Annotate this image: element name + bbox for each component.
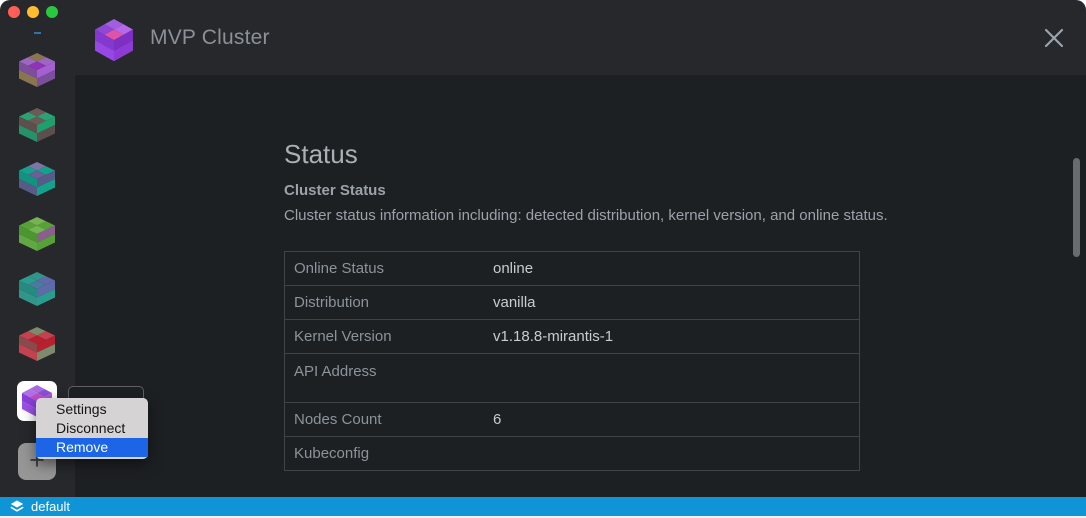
sidebar-cluster-icon[interactable]	[19, 217, 55, 251]
layers-icon	[10, 500, 24, 514]
sidebar-cluster-icon[interactable]	[19, 108, 55, 142]
menu-item-remove[interactable]: Remove	[36, 438, 148, 457]
sidebar-cluster-icon[interactable]	[19, 272, 55, 306]
close-icon[interactable]	[1042, 26, 1066, 50]
menu-item-settings[interactable]: Settings	[36, 400, 148, 419]
app-window: MVP Cluster + Status Cluster Status Clus…	[0, 0, 1086, 518]
row-value: 6	[493, 411, 859, 428]
traffic-lights	[8, 6, 58, 18]
kube-context-label[interactable]: default	[31, 499, 70, 514]
table-row: Online Statusonline	[285, 252, 859, 286]
row-value	[493, 354, 859, 363]
sidebar-cluster-icon[interactable]	[19, 162, 55, 196]
table-row: Kernel Versionv1.18.8-mirantis-1	[285, 320, 859, 354]
sidebar-indicator	[34, 32, 41, 34]
section-title: Cluster Status	[284, 182, 386, 199]
cluster-logo-icon	[95, 19, 133, 57]
row-label: Kubeconfig	[285, 445, 493, 462]
row-value: v1.18.8-mirantis-1	[493, 328, 859, 345]
row-value: online	[493, 260, 859, 277]
row-label: API Address	[285, 354, 493, 380]
row-label: Online Status	[285, 260, 493, 277]
cluster-context-menu: SettingsDisconnectRemove	[36, 398, 148, 459]
row-label: Nodes Count	[285, 411, 493, 428]
row-label: Kernel Version	[285, 328, 493, 345]
sidebar-cluster-icon[interactable]	[19, 327, 55, 361]
close-window-button[interactable]	[8, 6, 20, 18]
main-content: Status Cluster Status Cluster status inf…	[75, 75, 1086, 497]
minimize-window-button[interactable]	[27, 6, 39, 18]
page-header-title: MVP Cluster	[150, 26, 270, 50]
table-row: Kubeconfig	[285, 437, 859, 471]
table-row: Distributionvanilla	[285, 286, 859, 320]
section-description: Cluster status information including: de…	[284, 207, 888, 224]
table-row: API Address	[285, 354, 859, 403]
scrollbar[interactable]	[1073, 158, 1080, 257]
zoom-window-button[interactable]	[46, 6, 58, 18]
sidebar-cluster-icon[interactable]	[19, 53, 55, 87]
table-row: Nodes Count6	[285, 403, 859, 437]
status-bar: default	[0, 497, 1086, 516]
menu-item-disconnect[interactable]: Disconnect	[36, 419, 148, 438]
row-label: Distribution	[285, 294, 493, 311]
row-value: vanilla	[493, 294, 859, 311]
cluster-status-table: Online StatusonlineDistributionvanillaKe…	[284, 251, 860, 471]
page-title: Status	[284, 139, 358, 170]
